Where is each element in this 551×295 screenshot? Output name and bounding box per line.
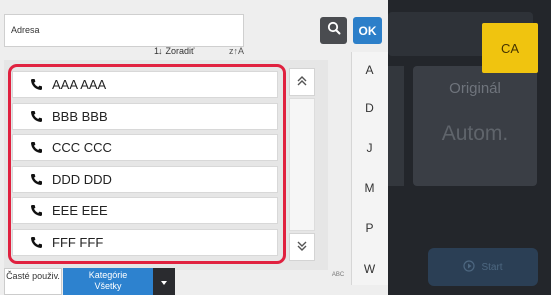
original-card: Originál Autom. [413,66,537,186]
index-letter[interactable]: M [351,181,388,195]
scroll-track[interactable] [289,98,315,231]
scroll-up-button[interactable] [289,68,315,96]
index-letter[interactable]: W [351,262,388,276]
search-icon [327,21,341,40]
sort-icon: 1↓ [154,46,162,56]
tab-frequent[interactable]: Časté použiv. [4,268,62,295]
scroll-down-button[interactable] [289,233,315,261]
original-card-value: Autom. [441,122,509,145]
address-input[interactable]: Adresa [4,14,244,47]
category-value: Všetky [94,281,122,291]
category-dropdown-button[interactable] [153,268,175,295]
clear-all-button[interactable]: CA [482,23,538,73]
sort-direction-icon[interactable]: z↑A [229,43,244,59]
address-label: Adresa [11,25,40,35]
sort-button[interactable]: 1↓ Zoradiť [154,43,194,59]
double-chevron-down-icon [297,238,307,256]
category-title: Kategórie [88,270,128,280]
list-highlight-frame [8,64,286,264]
double-chevron-up-icon [297,73,307,91]
index-letter[interactable]: P [351,221,388,235]
caret-down-icon [160,273,168,291]
alphabet-index [351,52,388,285]
start-icon [463,259,476,275]
original-card-title: Originál [449,80,501,97]
background-card-edge [388,66,404,186]
start-label: Start [481,261,503,273]
sort-label: Zoradiť [165,46,195,56]
index-letter[interactable]: J [351,141,388,155]
index-letter[interactable]: D [351,101,388,115]
tab-category[interactable]: Kategórie Všetky [63,268,153,295]
start-button: Start [428,248,538,286]
abc-button[interactable]: ABC [329,272,347,284]
address-book-dialog: Adresa OK 1↓ Zoradiť z↑A AAA AAA BBB BBB [0,0,388,295]
search-button[interactable] [320,17,347,44]
index-letter[interactable]: A [351,63,388,77]
ok-button[interactable]: OK [353,17,382,44]
